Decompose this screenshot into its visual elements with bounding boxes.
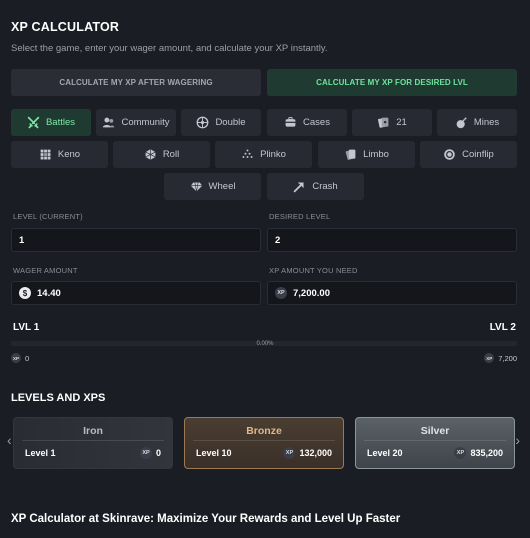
level-card-xp: XP 0	[139, 447, 161, 459]
level-current-label: LEVEL (CURRENT)	[13, 212, 83, 221]
tab-xp-after-wagering[interactable]: CALCULATE MY XP AFTER WAGERING	[11, 69, 261, 96]
page-subtitle: Select the game, enter your wager amount…	[11, 43, 328, 54]
game-button-label: Keno	[57, 149, 81, 160]
game-button-label: Wheel	[208, 181, 236, 192]
game-button-roll[interactable]: Roll	[113, 141, 210, 168]
level-card-silver[interactable]: Silver Level 20 XP 835,200	[355, 417, 515, 469]
game-button-label: Double	[215, 117, 246, 128]
game-button-cases[interactable]: Cases	[267, 109, 347, 136]
level-card-xp-value: 835,200	[470, 448, 503, 458]
level-card-iron[interactable]: Iron Level 1 XP 0	[13, 417, 173, 469]
game-button-keno[interactable]: Keno	[11, 141, 108, 168]
game-button-label: Limbo	[363, 149, 389, 160]
limbo-cards-icon	[345, 149, 356, 160]
level-current-value: 1	[19, 234, 25, 246]
carousel-next-arrow-icon[interactable]: ›	[515, 432, 520, 448]
dice-roll-icon	[145, 149, 156, 160]
xp-coin-icon: XP	[283, 447, 296, 459]
diamond-icon	[190, 182, 202, 192]
game-button-label: Community	[121, 117, 170, 128]
level-card-name: Silver	[420, 425, 450, 437]
wager-amount-input[interactable]: $ 14.40	[11, 281, 261, 305]
progress-start-xp-value: 0	[25, 353, 30, 363]
card-divider	[22, 440, 164, 441]
xp-coin-icon: XP	[454, 447, 467, 459]
game-button-crash[interactable]: Crash	[267, 173, 364, 200]
xp-coin-icon: XP	[139, 447, 152, 459]
game-button-label: Crash	[312, 181, 338, 192]
progress-start-xp: XP 0	[11, 353, 29, 363]
game-button-label: Plinko	[260, 149, 286, 160]
game-button-limbo[interactable]: Limbo	[318, 141, 415, 168]
progress-percent: 0.00%	[256, 341, 274, 347]
level-card-xp-value: 132,000	[299, 448, 332, 458]
wager-amount-label: WAGER AMOUNT	[13, 266, 78, 275]
progress-start-level: LVL 1	[13, 322, 40, 333]
level-card-level: Level 1	[25, 448, 56, 458]
xp-coin-icon: XP	[484, 353, 495, 363]
game-button-mines[interactable]: Mines	[437, 109, 517, 136]
level-card-level: Level 10	[196, 448, 232, 458]
game-button-label: 21	[396, 117, 407, 128]
game-button-label: Cases	[303, 117, 330, 128]
grid-icon	[40, 149, 51, 160]
game-button-label: Roll	[162, 149, 180, 160]
level-card-xp-value: 0	[155, 448, 161, 458]
case-box-icon	[285, 117, 296, 127]
playing-cards-icon	[378, 117, 389, 128]
card-divider	[193, 440, 335, 441]
progress-end-xp: XP 7,200	[484, 353, 517, 363]
level-card-level: Level 20	[367, 448, 403, 458]
level-card-name: Iron	[83, 425, 103, 437]
game-button-double[interactable]: Double	[181, 109, 261, 136]
tab-xp-for-desired-level[interactable]: CALCULATE MY XP FOR DESIRED LVL	[267, 69, 517, 96]
game-button-21[interactable]: 21	[352, 109, 432, 136]
footer-heading: XP Calculator at Skinrave: Maximize Your…	[11, 513, 401, 525]
progress-end-xp-value: 7,200	[498, 353, 517, 363]
levels-section-title: LEVELS AND XPS	[11, 392, 106, 404]
game-button-label: Coinflip	[462, 149, 494, 160]
level-card-xp: XP 835,200	[454, 447, 503, 459]
carousel-prev-arrow-icon[interactable]: ‹	[7, 432, 12, 448]
dollar-coin-icon: $	[19, 287, 31, 299]
game-button-label: Mines	[473, 117, 500, 128]
desired-level-label: DESIRED LEVEL	[269, 212, 331, 221]
xp-needed-value: 7,200.00	[293, 287, 330, 299]
progress-end-level: LVL 2	[489, 322, 516, 333]
xp-coin-icon: XP	[275, 287, 287, 299]
coinflip-icon	[444, 149, 455, 160]
bomb-icon	[456, 117, 467, 129]
level-card-bronze[interactable]: Bronze Level 10 XP 132,000	[184, 417, 344, 469]
xp-coin-icon: XP	[11, 353, 21, 363]
level-current-input[interactable]: 1	[11, 228, 261, 252]
roulette-wheel-icon	[197, 116, 209, 129]
game-button-label: Battles	[45, 117, 76, 128]
page-title: XP CALCULATOR	[11, 20, 120, 34]
game-button-battles[interactable]: Battles	[11, 109, 91, 136]
users-icon	[103, 117, 115, 128]
card-divider	[364, 440, 506, 441]
game-button-community[interactable]: Community	[96, 109, 176, 136]
game-button-wheel[interactable]: Wheel	[164, 173, 261, 200]
desired-level-value: 2	[275, 234, 281, 246]
xp-needed-input[interactable]: XP 7,200.00	[267, 281, 517, 305]
desired-level-input[interactable]: 2	[267, 228, 517, 252]
swords-icon	[27, 116, 40, 129]
crash-arrow-icon	[294, 182, 304, 193]
game-button-coinflip[interactable]: Coinflip	[420, 141, 517, 168]
level-card-xp: XP 132,000	[283, 447, 332, 459]
wager-amount-value: 14.40	[37, 287, 61, 299]
plinko-pyramid-icon	[242, 149, 253, 158]
game-button-plinko[interactable]: Plinko	[215, 141, 312, 168]
xp-needed-label: XP AMOUNT YOU NEED	[269, 266, 358, 275]
level-card-name: Bronze	[246, 425, 282, 437]
